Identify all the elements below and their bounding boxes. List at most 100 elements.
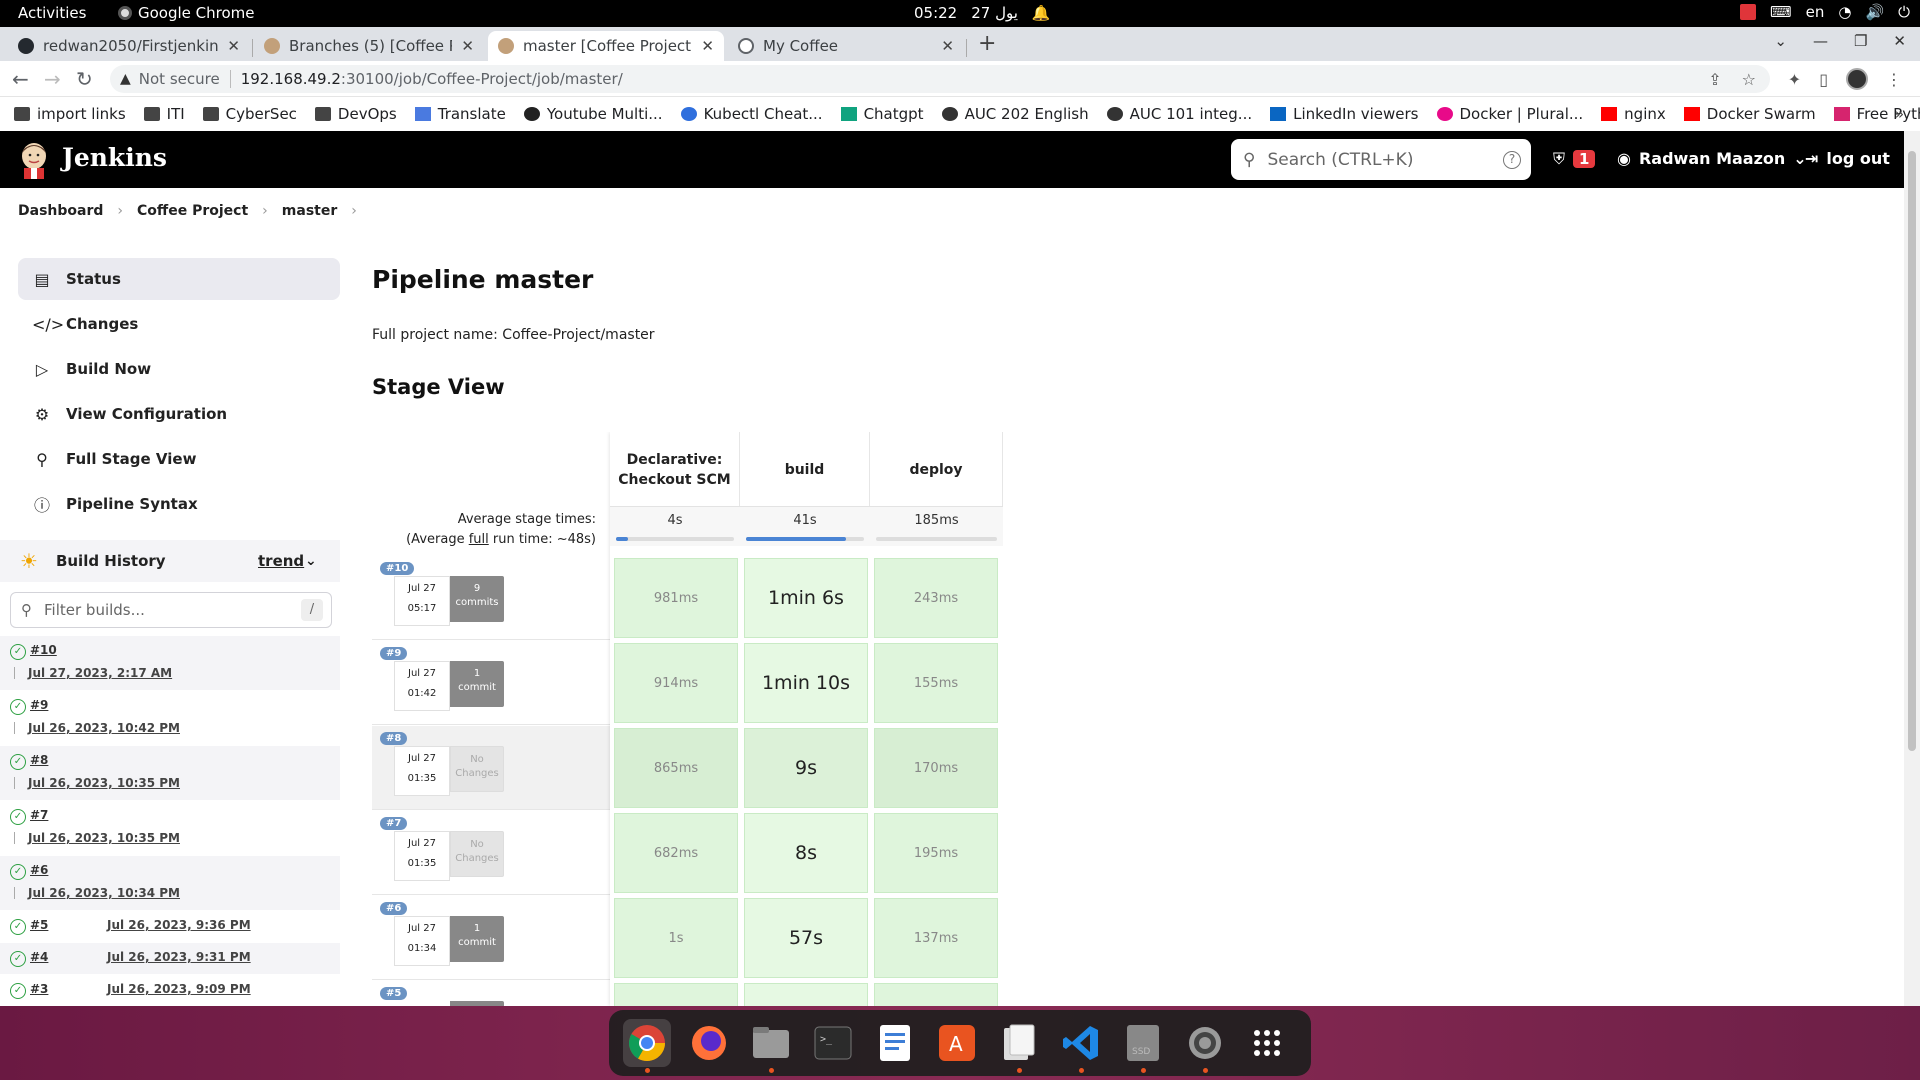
warning-icon[interactable]: ▲ bbox=[120, 71, 131, 87]
bookmark-auc-202[interactable]: AUC 202 English bbox=[941, 105, 1089, 123]
run-number[interactable]: #5 bbox=[380, 987, 408, 1000]
build-number-link[interactable]: #4 bbox=[30, 950, 48, 964]
stage-cell[interactable]: 914ms bbox=[614, 643, 738, 723]
bookmark-star-icon[interactable]: ☆ bbox=[1742, 70, 1756, 89]
close-icon[interactable]: ✕ bbox=[941, 37, 954, 55]
sidebar-item-view-configuration[interactable]: ⚙ View Configuration bbox=[18, 393, 340, 435]
sidebar-item-full-stage-view[interactable]: ⚲ Full Stage View bbox=[18, 438, 340, 480]
changes-badge[interactable]: 9 commits bbox=[450, 576, 504, 622]
chevron-right-icon[interactable]: › bbox=[351, 203, 357, 219]
close-icon[interactable]: ✕ bbox=[701, 37, 714, 55]
bookmark-free-python[interactable]: Free Python C... bbox=[1833, 105, 1920, 123]
profile-avatar[interactable] bbox=[1846, 68, 1868, 90]
changes-badge[interactable]: No Changes bbox=[450, 831, 504, 877]
breadcrumb-master[interactable]: master bbox=[282, 203, 337, 219]
run-number[interactable]: #7 bbox=[380, 817, 408, 830]
bookmark-docker-pluralsight[interactable]: Docker | Plural... bbox=[1436, 105, 1583, 123]
bookmark-cybersec[interactable]: CyberSec bbox=[202, 105, 297, 123]
sidebar-item-changes[interactable]: </> Changes bbox=[18, 303, 340, 345]
stage-cell[interactable]: 170ms bbox=[874, 728, 998, 808]
build-date-link[interactable]: Jul 26, 2023, 9:36 PM bbox=[107, 918, 251, 932]
stage-cell[interactable] bbox=[874, 983, 998, 1006]
minimize-icon[interactable]: — bbox=[1813, 32, 1828, 50]
sidebar-item-build-now[interactable]: ▷ Build Now bbox=[18, 348, 340, 390]
close-icon[interactable]: ✕ bbox=[227, 37, 240, 55]
bookmark-linkedin[interactable]: LinkedIn viewers bbox=[1270, 105, 1419, 123]
close-window-icon[interactable]: ✕ bbox=[1893, 32, 1906, 50]
dock-settings[interactable] bbox=[1181, 1019, 1229, 1073]
build-number-link[interactable]: #9 bbox=[30, 698, 48, 712]
run-number[interactable]: #8 bbox=[380, 732, 408, 745]
new-tab-button[interactable]: + bbox=[978, 31, 996, 56]
activities-button[interactable]: Activities bbox=[18, 4, 86, 22]
reload-icon[interactable]: ↻ bbox=[76, 67, 93, 91]
indicator-icon[interactable] bbox=[1739, 4, 1756, 20]
help-icon[interactable]: ? bbox=[1503, 150, 1521, 169]
clock[interactable]: 05:22 27 يول 🔔 bbox=[914, 4, 1051, 22]
security-alert[interactable]: ⛨ 1 bbox=[1553, 149, 1596, 169]
stage-cell[interactable]: 1s bbox=[614, 898, 738, 978]
forward-icon[interactable]: → bbox=[44, 67, 61, 91]
build-number-link[interactable]: #6 bbox=[30, 863, 48, 877]
build-date-link[interactable]: Jul 26, 2023, 9:09 PM bbox=[107, 982, 251, 996]
run-number[interactable]: #6 bbox=[380, 902, 408, 915]
stage-cell[interactable]: 57s bbox=[744, 898, 868, 978]
build-number-link[interactable]: #5 bbox=[30, 918, 48, 932]
side-panel-icon[interactable]: ▯ bbox=[1819, 70, 1828, 89]
user-menu[interactable]: ◉ Radwan Maazon ⌄ bbox=[1617, 149, 1807, 168]
bookmark-nginx[interactable]: nginx bbox=[1601, 105, 1666, 123]
dock-app-grid[interactable] bbox=[1243, 1019, 1291, 1067]
bookmark-kubectl[interactable]: Kubectl Cheat... bbox=[680, 105, 823, 123]
stage-cell[interactable]: 155ms bbox=[874, 643, 998, 723]
build-date-link[interactable]: Jul 26, 2023, 9:31 PM bbox=[107, 950, 251, 964]
stage-cell[interactable]: 243ms bbox=[874, 558, 998, 638]
build-number-link[interactable]: #8 bbox=[30, 753, 48, 767]
stage-cell[interactable] bbox=[744, 983, 868, 1006]
changes-badge[interactable]: 1 commit bbox=[450, 661, 504, 707]
bookmark-youtube-multi[interactable]: Youtube Multi... bbox=[523, 105, 663, 123]
bookmark-translate[interactable]: Translate bbox=[414, 105, 506, 123]
bookmark-chatgpt[interactable]: Chatgpt bbox=[840, 105, 924, 123]
dock-vscode[interactable] bbox=[1057, 1019, 1105, 1073]
build-number-link[interactable]: #7 bbox=[30, 808, 48, 822]
run-number[interactable]: #9 bbox=[380, 647, 408, 660]
stage-cell[interactable]: 981ms bbox=[614, 558, 738, 638]
logout-button[interactable]: ⇥ log out bbox=[1805, 149, 1890, 168]
dock-firefox[interactable] bbox=[685, 1019, 733, 1067]
tab-github[interactable]: redwan2050/Firstjenkins ✕ bbox=[8, 31, 250, 61]
dock-text-editor[interactable] bbox=[871, 1019, 919, 1067]
share-icon[interactable]: ⇪ bbox=[1708, 70, 1721, 89]
extensions-icon[interactable]: ✦ bbox=[1788, 70, 1801, 89]
stage-cell[interactable]: 9s bbox=[744, 728, 868, 808]
filter-builds-input[interactable]: ⚲ Filter builds... / bbox=[10, 592, 332, 628]
build-date-link[interactable]: Jul 26, 2023, 10:35 PM bbox=[14, 831, 180, 845]
build-date-link[interactable]: Jul 26, 2023, 10:34 PM bbox=[14, 886, 180, 900]
stage-cell[interactable]: 8s bbox=[744, 813, 868, 893]
full-link[interactable]: full bbox=[469, 532, 489, 547]
app-menu[interactable]: Google Chrome bbox=[118, 4, 255, 22]
stage-cell[interactable]: 137ms bbox=[874, 898, 998, 978]
power-icon[interactable]: ⏻ bbox=[1898, 3, 1910, 21]
address-bar[interactable]: ▲ Not secure 192.168.49.2:30100/job/Coff… bbox=[110, 65, 1770, 93]
build-date-link[interactable]: Jul 26, 2023, 10:42 PM bbox=[14, 721, 180, 735]
dock-chrome[interactable] bbox=[623, 1019, 671, 1073]
bookmark-auc-101[interactable]: AUC 101 integ... bbox=[1106, 105, 1252, 123]
dock-files[interactable] bbox=[747, 1019, 795, 1073]
keyboard-layout-icon[interactable]: ⌨ bbox=[1770, 3, 1792, 21]
more-bookmarks-icon[interactable]: » bbox=[1895, 105, 1904, 123]
sidebar-item-status[interactable]: ▤ Status bbox=[18, 258, 340, 300]
dock-clipboard[interactable] bbox=[995, 1019, 1043, 1073]
build-number-link[interactable]: #10 bbox=[30, 643, 57, 657]
dock-ssd[interactable]: SSD bbox=[1119, 1019, 1167, 1073]
back-icon[interactable]: ← bbox=[12, 67, 29, 91]
chevron-down-icon[interactable]: ⌄ bbox=[305, 553, 317, 569]
changes-badge[interactable]: 1 commit bbox=[450, 916, 504, 962]
sidebar-item-pipeline-syntax[interactable]: ⓘ Pipeline Syntax bbox=[18, 483, 340, 525]
build-date-link[interactable]: Jul 26, 2023, 10:35 PM bbox=[14, 776, 180, 790]
bookmark-iti[interactable]: ITI bbox=[143, 105, 185, 123]
stage-cell[interactable]: 1min 6s bbox=[744, 558, 868, 638]
run-number[interactable]: #10 bbox=[380, 562, 415, 575]
breadcrumb-coffee-project[interactable]: Coffee Project bbox=[137, 203, 248, 219]
dock-app-center[interactable]: A bbox=[933, 1019, 981, 1067]
jenkins-title[interactable]: Jenkins bbox=[62, 143, 167, 172]
